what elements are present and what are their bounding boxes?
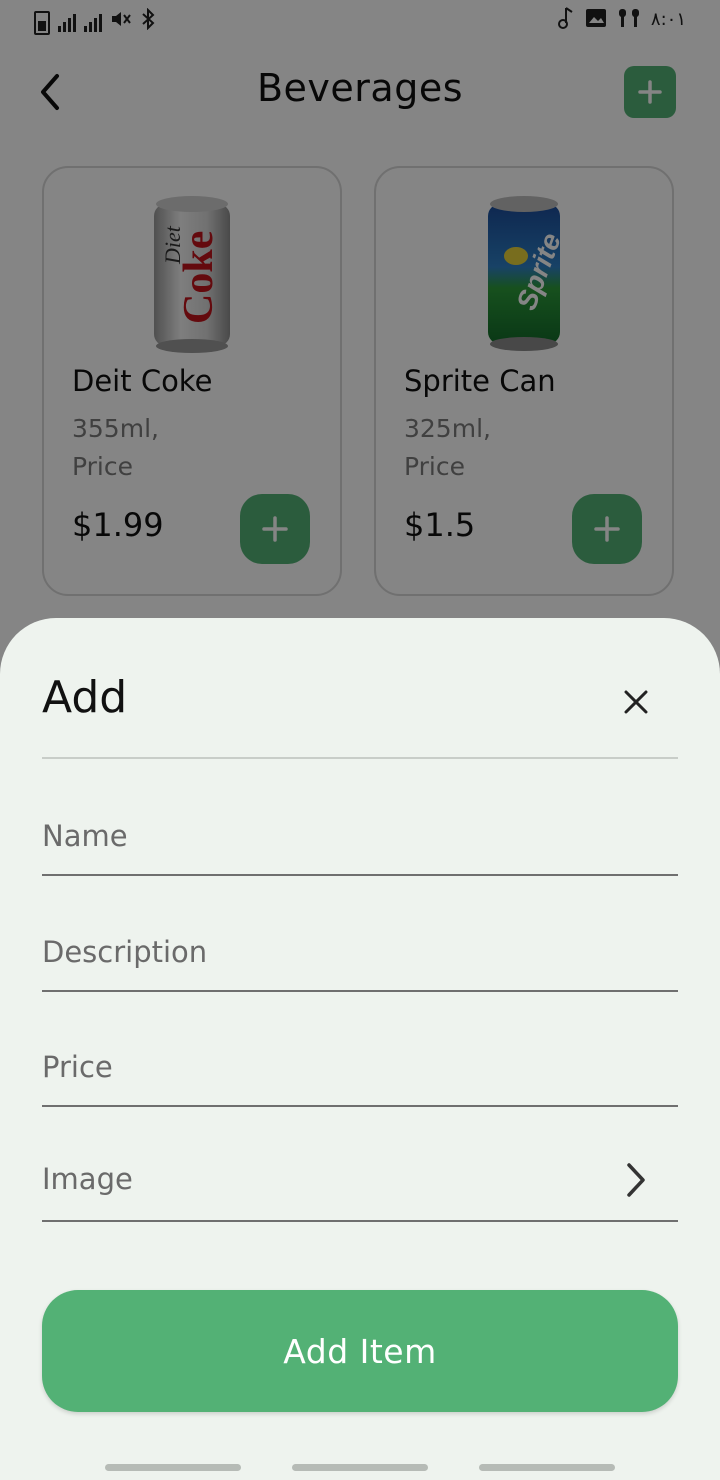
add-item-button[interactable]: Add Item bbox=[42, 1290, 678, 1412]
price-input[interactable] bbox=[42, 1043, 602, 1091]
image-label: Image bbox=[42, 1162, 133, 1196]
nav-home-handle[interactable] bbox=[292, 1464, 428, 1471]
name-field bbox=[42, 794, 678, 876]
sheet-title: Add bbox=[42, 672, 128, 723]
divider bbox=[42, 757, 678, 759]
chevron-right-icon bbox=[627, 1163, 645, 1197]
price-field bbox=[42, 1025, 678, 1107]
add-item-sheet: Add Image Add Item bbox=[0, 618, 720, 1480]
nav-recents-handle[interactable] bbox=[105, 1464, 241, 1471]
description-field bbox=[42, 910, 678, 992]
close-button[interactable] bbox=[610, 676, 662, 728]
add-item-button-label: Add Item bbox=[283, 1331, 437, 1371]
name-input[interactable] bbox=[42, 812, 602, 860]
image-picker-chevron bbox=[620, 1158, 652, 1202]
close-icon bbox=[624, 690, 648, 714]
nav-back-handle[interactable] bbox=[479, 1464, 615, 1471]
description-input[interactable] bbox=[42, 928, 602, 976]
image-picker-row[interactable]: Image bbox=[42, 1140, 678, 1222]
